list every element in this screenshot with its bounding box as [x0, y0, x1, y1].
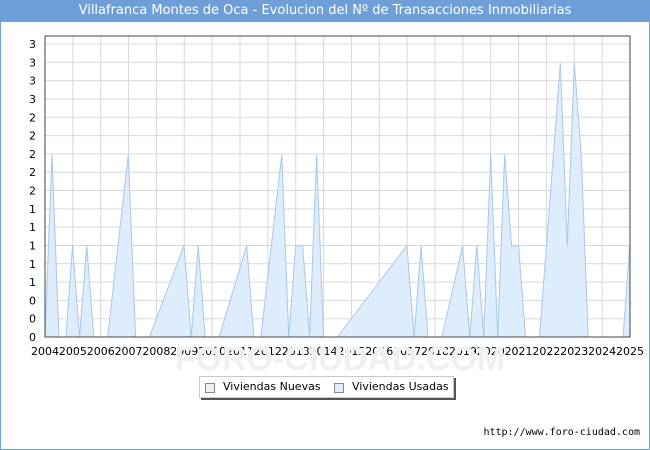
y-tick-label: 0 — [29, 294, 36, 307]
y-tick-label: 3 — [29, 38, 36, 51]
x-tick-label: 2022 — [532, 345, 560, 358]
y-tick-label: 0 — [29, 331, 36, 344]
x-tick-label: 2008 — [142, 345, 170, 358]
y-tick-label: 1 — [29, 203, 36, 216]
x-tick-label: 2024 — [588, 345, 616, 358]
x-tick-label: 2006 — [87, 345, 115, 358]
y-tick-label: 2 — [29, 166, 36, 179]
y-tick-label: 1 — [29, 239, 36, 252]
x-tick-label: 2005 — [59, 345, 87, 358]
y-tick-label: 3 — [29, 93, 36, 106]
x-tick-label: 2023 — [560, 345, 588, 358]
legend-label-nuevas: Viviendas Nuevas — [223, 380, 321, 393]
y-tick-label: 2 — [29, 185, 36, 198]
x-tick-label: 2021 — [505, 345, 533, 358]
y-tick-label: 3 — [29, 56, 36, 69]
legend-swatch-nuevas — [205, 383, 215, 393]
chart-legend: Viviendas Nuevas Viviendas Usadas — [199, 376, 454, 398]
y-tick-label: 2 — [29, 148, 36, 161]
y-tick-label: 3 — [29, 75, 36, 88]
y-tick-label: 0 — [29, 313, 36, 326]
y-tick-label: 1 — [29, 276, 36, 289]
y-tick-label: 1 — [29, 258, 36, 271]
legend-swatch-usadas — [334, 383, 344, 393]
y-tick-label: 2 — [29, 130, 36, 143]
watermark: FORO-CIUDAD.COM — [175, 340, 506, 378]
x-tick-label: 2004 — [31, 345, 59, 358]
legend-label-usadas: Viviendas Usadas — [352, 380, 449, 393]
y-tick-label: 1 — [29, 221, 36, 234]
y-tick-label: 2 — [29, 111, 36, 124]
x-tick-label: 2025 — [616, 345, 644, 358]
x-tick-label: 2007 — [115, 345, 143, 358]
source-credit: http://www.foro-ciudad.com — [483, 427, 640, 438]
